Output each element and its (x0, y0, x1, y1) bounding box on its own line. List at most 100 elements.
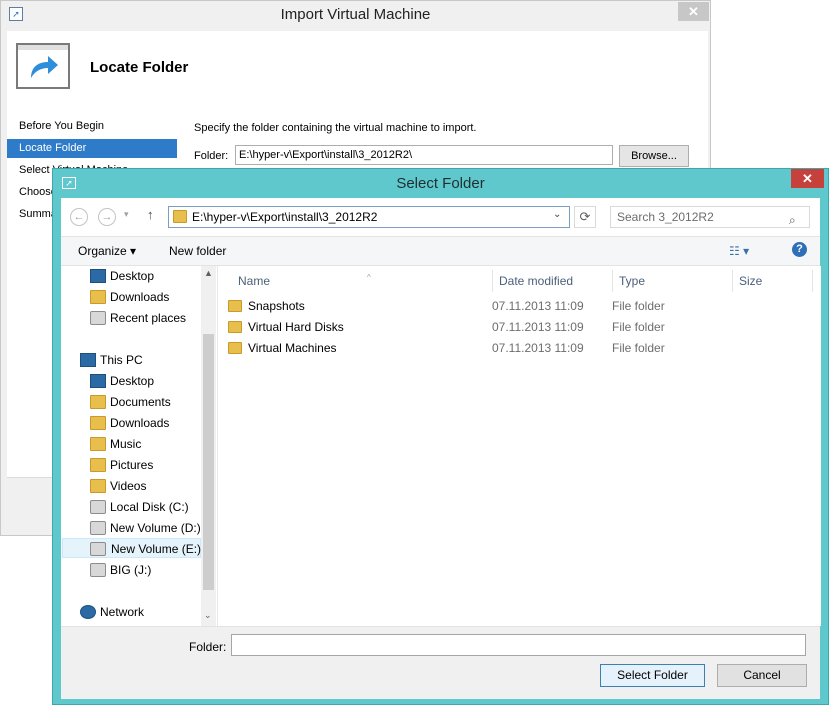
file-type: File folder (612, 299, 665, 313)
address-path: E:\hyper-v\Export\install\3_2012R2 (192, 210, 378, 224)
column-header-date[interactable]: Date modified (493, 270, 613, 292)
forward-arrow-icon[interactable]: → (98, 208, 116, 226)
local-disk-icon (90, 500, 106, 514)
tree-item-downloads[interactable]: Downloads (90, 413, 198, 433)
tree-item-label: Recent places (110, 311, 187, 325)
up-arrow-icon[interactable]: ↑ (147, 207, 154, 222)
file-name: Virtual Hard Disks (248, 320, 344, 334)
dialog-body: ← → ▾ ↑ E:\hyper-v\Export\install\3_2012… (61, 198, 821, 699)
tree-item-documents[interactable]: Documents (90, 392, 198, 412)
view-options-icon[interactable]: ☷ ▾ (729, 244, 749, 258)
sort-ascending-icon: ^ (367, 273, 371, 282)
dialog-app-icon: ➚ (62, 177, 76, 189)
column-header-label: Name (238, 274, 271, 288)
step-before-you-begin[interactable]: Before You Begin (7, 117, 177, 136)
this-pc-icon (80, 353, 96, 367)
tree-item-big-j[interactable]: BIG (J:) (90, 560, 198, 580)
tree-item-label: Desktop (110, 374, 155, 388)
wizard-header: Locate Folder (7, 31, 708, 105)
tree-item-network[interactable]: Network (80, 602, 198, 622)
folder-icon (228, 342, 242, 354)
chevron-down-icon[interactable]: ⌄ (553, 209, 561, 220)
tree-item-this-pc[interactable]: This PC (80, 350, 198, 370)
scroll-down-icon[interactable]: ⌄ (204, 610, 212, 621)
select-folder-button[interactable]: Select Folder (600, 664, 705, 687)
wizard-folder-input[interactable]: E:\hyper-v\Export\install\3_2012R2\ (235, 145, 613, 165)
tree-item-desktop[interactable]: Desktop (90, 266, 198, 286)
recent-places-icon (90, 311, 106, 325)
file-name: Virtual Machines (248, 341, 337, 355)
address-bar[interactable]: E:\hyper-v\Export\install\3_2012R2 ⌄ (168, 206, 570, 228)
downloads-icon (90, 416, 106, 430)
music-icon (90, 437, 106, 451)
cancel-button[interactable]: Cancel (717, 664, 807, 687)
wizard-title: Import Virtual Machine (280, 6, 431, 23)
wizard-close-button[interactable]: ✕ (678, 2, 709, 21)
tree-item-desktop[interactable]: Desktop (90, 371, 198, 391)
dialog-bottom-bar: Folder: Select Folder Cancel (61, 626, 820, 699)
tree-item-label: Desktop (110, 269, 155, 283)
help-icon[interactable]: ? (792, 242, 807, 257)
downloads-icon (90, 290, 106, 304)
browse-button[interactable]: Browse... (619, 145, 689, 167)
search-icon[interactable]: ⌕ (789, 210, 796, 230)
dialog-close-button[interactable]: ✕ (791, 169, 824, 188)
column-header-name[interactable]: Name ^ (232, 270, 493, 292)
recent-locations-icon[interactable]: ▾ (124, 209, 129, 220)
tree-item-pictures[interactable]: Pictures (90, 455, 198, 475)
column-header-size[interactable]: Size (733, 270, 813, 292)
file-date: 07.11.2013 11:09 (492, 320, 584, 334)
back-arrow-icon[interactable]: ← (70, 208, 88, 226)
tree-item-label: Downloads (110, 416, 170, 430)
column-header-type[interactable]: Type (613, 270, 733, 292)
scroll-up-icon[interactable]: ▲ (204, 268, 213, 278)
tree-item-new-volume-e[interactable]: New Volume (E:) (62, 538, 201, 558)
tree-item-label: Network (100, 605, 145, 619)
tree-item-label: Music (110, 437, 142, 451)
tree-item-downloads[interactable]: Downloads (90, 287, 198, 307)
tree-item-recent-places[interactable]: Recent places (90, 308, 198, 328)
folder-label: Folder: (189, 640, 227, 654)
tree-item-label: New Volume (D:) (110, 521, 201, 535)
tree-item-local-disk-c[interactable]: Local Disk (C:) (90, 497, 198, 517)
step-locate-folder[interactable]: Locate Folder (7, 139, 177, 158)
tree-item-label: Videos (110, 479, 147, 493)
file-row[interactable]: Virtual Hard Disks 07.11.2013 11:09 File… (218, 317, 821, 338)
folder-name-input[interactable] (231, 634, 806, 656)
folder-icon (173, 210, 187, 223)
folder-icon (228, 321, 242, 333)
select-folder-dialog: Select Folder ➚ ✕ ← → ▾ ↑ E:\hyper-v\Exp… (52, 168, 829, 705)
file-row[interactable]: Virtual Machines 07.11.2013 11:09 File f… (218, 338, 821, 359)
drive-icon (90, 542, 106, 556)
desktop-icon (90, 374, 106, 388)
network-icon (80, 605, 96, 619)
tree-item-label: Documents (110, 395, 171, 409)
file-date: 07.11.2013 11:09 (492, 341, 584, 355)
tree-item-label: Local Disk (C:) (110, 500, 189, 514)
organize-menu-button[interactable]: Organize ▾ (78, 244, 136, 258)
file-name: Snapshots (248, 299, 305, 313)
new-folder-button[interactable]: New folder (169, 244, 226, 258)
tree-item-label: BIG (J:) (110, 563, 152, 577)
folder-icon (228, 300, 242, 312)
drive-icon (90, 563, 106, 577)
refresh-icon[interactable]: ⟳ (574, 206, 596, 228)
tree-item-label: Downloads (110, 290, 170, 304)
search-input[interactable]: Search 3_2012R2 ⌕ (610, 206, 810, 228)
wizard-heading: Locate Folder (90, 59, 189, 76)
import-arrow-icon (16, 43, 70, 89)
tree-item-label: New Volume (E:) (111, 542, 202, 556)
file-type: File folder (612, 341, 665, 355)
tree-item-music[interactable]: Music (90, 434, 198, 454)
navigation-scrollbar[interactable]: ▲ ⌄ (201, 266, 216, 626)
drive-icon (90, 521, 106, 535)
tree-item-videos[interactable]: Videos (90, 476, 198, 496)
dialog-title: Select Folder (396, 175, 485, 192)
tree-item-new-volume-d[interactable]: New Volume (D:) (90, 518, 201, 538)
videos-icon (90, 479, 106, 493)
tree-item-label: Pictures (110, 458, 154, 472)
documents-icon (90, 395, 106, 409)
scroll-thumb[interactable] (203, 334, 214, 590)
tree-item-label: This PC (100, 353, 143, 367)
file-row[interactable]: Snapshots 07.11.2013 11:09 File folder (218, 296, 821, 317)
